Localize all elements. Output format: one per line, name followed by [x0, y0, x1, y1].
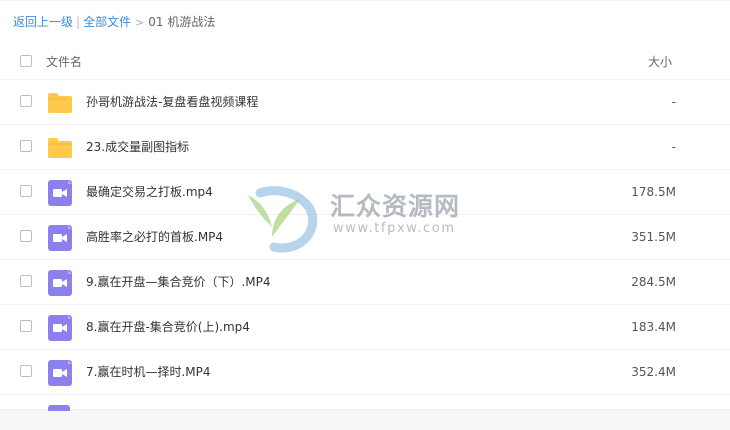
current-folder: 01 机游战法	[148, 15, 216, 29]
file-row[interactable]: 高胜率之必打的首板.MP4 351.5M	[0, 215, 730, 260]
file-list-header: 文件名 大小	[0, 46, 730, 80]
video-file-icon	[47, 270, 73, 296]
file-row[interactable]: 23.成交量副图指标 -	[0, 125, 730, 170]
breadcrumb: 返回上一级 | 全部文件 >01 机游战法	[13, 14, 215, 30]
file-row[interactable]: 最确定交易之打板.mp4 178.5M	[0, 170, 730, 215]
row-checkbox[interactable]	[20, 320, 32, 332]
folder-icon	[47, 90, 73, 116]
row-checkbox[interactable]	[20, 95, 32, 107]
file-size: 178.5M	[631, 185, 676, 199]
video-file-icon	[47, 360, 73, 386]
file-size: -	[671, 140, 676, 154]
file-row[interactable]: 7.赢在时机—择时.MP4 352.4M	[0, 350, 730, 395]
file-name[interactable]: 最确定交易之打板.mp4	[86, 184, 213, 200]
chevron-right-icon: >	[135, 16, 145, 29]
file-size: -	[671, 95, 676, 109]
file-size: 352.4M	[631, 365, 676, 379]
column-header-size[interactable]: 大小	[648, 53, 672, 70]
file-row[interactable]: 孙哥机游战法-复盘看盘视频课程 -	[0, 80, 730, 125]
file-size: 351.5M	[631, 230, 676, 244]
file-row[interactable]: 8.赢在开盘-集合竞价(上).mp4 183.4M	[0, 305, 730, 350]
file-name[interactable]: 8.赢在开盘-集合竞价(上).mp4	[86, 319, 250, 335]
bottom-bar	[0, 409, 730, 430]
select-all-checkbox[interactable]	[20, 55, 32, 67]
row-checkbox[interactable]	[20, 185, 32, 197]
file-size: 284.5M	[631, 275, 676, 289]
video-file-icon	[47, 225, 73, 251]
file-name[interactable]: 9.赢在开盘—集合竞价（下）.MP4	[86, 274, 271, 290]
video-file-icon	[47, 315, 73, 341]
file-name[interactable]: 高胜率之必打的首板.MP4	[86, 229, 223, 245]
file-size: 183.4M	[631, 320, 676, 334]
row-checkbox[interactable]	[20, 140, 32, 152]
video-file-icon	[48, 405, 70, 411]
row-checkbox[interactable]	[20, 275, 32, 287]
file-row[interactable]: 9.赢在开盘—集合竞价（下）.MP4 284.5M	[0, 260, 730, 305]
separator-pipe: |	[76, 15, 81, 29]
row-checkbox[interactable]	[20, 230, 32, 242]
file-name[interactable]: 23.成交量副图指标	[86, 139, 189, 155]
column-header-name[interactable]: 文件名	[46, 53, 82, 70]
back-link[interactable]: 返回上一级	[13, 15, 73, 29]
file-name[interactable]: 孙哥机游战法-复盘看盘视频课程	[86, 94, 258, 110]
video-file-icon	[47, 180, 73, 206]
file-name[interactable]: 7.赢在时机—择时.MP4	[86, 364, 211, 380]
all-files-link[interactable]: 全部文件	[83, 15, 131, 29]
top-divider	[0, 0, 730, 1]
row-checkbox[interactable]	[20, 365, 32, 377]
folder-icon	[47, 135, 73, 161]
